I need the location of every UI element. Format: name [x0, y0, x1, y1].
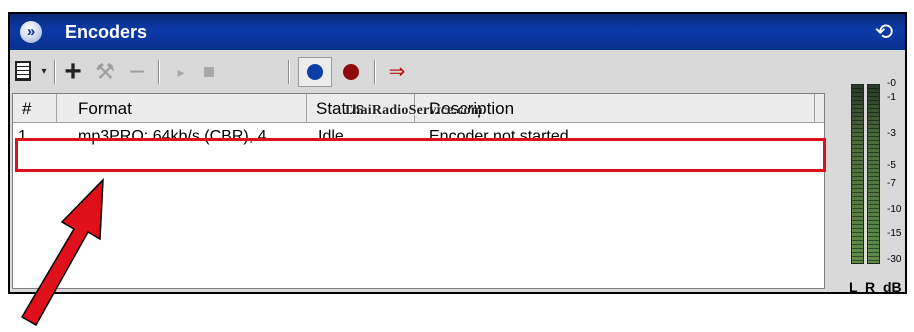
red-arrow-annotation: [20, 178, 104, 327]
arrow-shape: [20, 178, 104, 327]
